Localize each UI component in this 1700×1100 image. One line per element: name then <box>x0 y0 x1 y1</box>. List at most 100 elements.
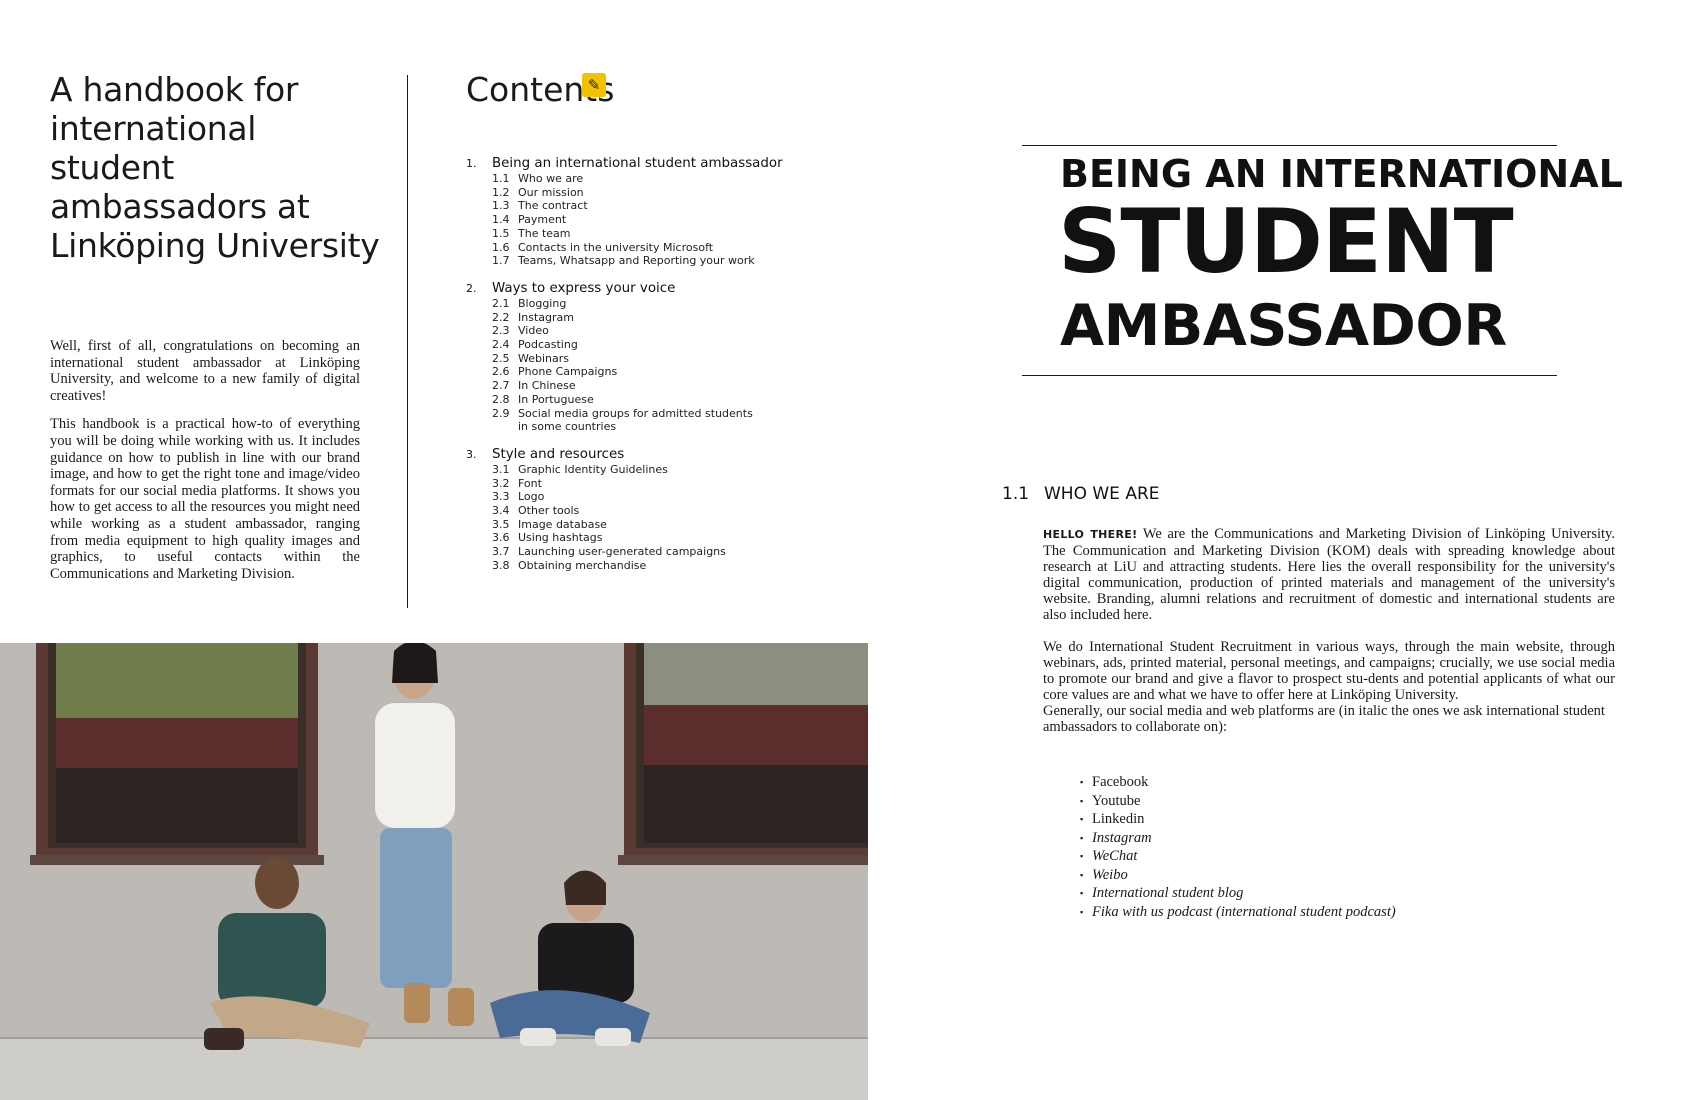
toc-item-number: 1.1 <box>492 172 510 185</box>
toc-item-label: Our mission <box>518 185 584 199</box>
toc-item[interactable]: 1.6 Contacts in the university Microsoft <box>466 241 796 255</box>
ambassadors-photo <box>0 643 868 1100</box>
toc-item-label: Obtaining merchandise <box>518 558 647 572</box>
toc-item[interactable]: 3.1 Graphic Identity Guidelines <box>466 463 796 477</box>
toc-item-label: Launching user-generated campaigns <box>518 545 726 559</box>
toc-item[interactable]: 2.8 In Portuguese <box>466 393 796 407</box>
intro-paragraph: This handbook is a practical how-to of e… <box>50 416 360 582</box>
toc-item[interactable]: 3.4 Other tools <box>466 504 796 518</box>
toc-item[interactable]: 1.7 Teams, Whatsapp and Reporting your wo… <box>466 254 796 268</box>
toc-item[interactable]: 3.7 Launching user-generated campaigns <box>466 545 796 559</box>
left-page: A handbook for international student amb… <box>0 0 870 1100</box>
toc-item-number <box>466 420 518 434</box>
hero-title-line-2: STUDENT <box>1058 190 1514 293</box>
toc-item[interactable]: 3.3 Logo <box>466 490 796 504</box>
paragraph-2: We do International Student Recruitment … <box>1043 639 1615 703</box>
table-of-contents: 1. Being an international student ambassa… <box>466 156 796 586</box>
toc-section: 3. Style and resources 3.1 Graphic Identity… <box>466 447 796 573</box>
bullet-icon: ▪ <box>1080 814 1084 824</box>
toc-item-label: Payment <box>518 213 567 227</box>
platform-item: ▪ Youtube <box>1080 792 1396 811</box>
toc-item[interactable]: 2.3 Video <box>466 324 796 338</box>
toc-section-number: 2. <box>466 281 477 295</box>
platform-label: Linkedin <box>1092 811 1145 827</box>
section-number: 1.1 <box>1002 484 1030 504</box>
toc-section-number: 1. <box>466 157 477 170</box>
toc-item-number: 2.7 <box>492 379 510 393</box>
toc-item-number: 1.7 <box>492 254 510 268</box>
intro-paragraph: Well, first of all, congratulations on b… <box>50 338 360 404</box>
hero-rule-bottom <box>1022 375 1557 376</box>
toc-section: 2. Ways to express your voice 2.1 Blogging 2… <box>466 281 796 434</box>
toc-section-number: 3. <box>466 447 477 461</box>
platform-list: ▪ Facebook ▪ Youtube ▪ Linkedin ▪ Instagram ▪ WeC… <box>1080 773 1396 921</box>
toc-item[interactable]: 2.6 Phone Campaigns <box>466 365 796 379</box>
toc-item[interactable]: 3.5 Image database <box>466 518 796 532</box>
platform-item: ▪ International student blog <box>1080 884 1396 903</box>
hero-title-line-3: AMBASSADOR <box>1060 293 1507 359</box>
toc-item-number: 1.4 <box>492 213 510 227</box>
toc-item-label: Phone Campaigns <box>518 365 618 379</box>
toc-item-label: The contract <box>518 199 588 213</box>
toc-item-label: Font <box>518 476 542 490</box>
toc-item-number: 1.2 <box>492 185 510 199</box>
body-text: HELLO THERE! We are the Communications a… <box>1043 526 1615 735</box>
toc-item[interactable]: 1.3 The contract <box>466 199 796 213</box>
toc-item-number: 2.9 <box>492 406 510 420</box>
toc-item[interactable]: 2.1 Blogging <box>466 297 796 311</box>
toc-item-number: 2.6 <box>492 365 510 379</box>
bullet-icon: ▪ <box>1080 832 1084 843</box>
hero-rule-top <box>1022 145 1557 146</box>
toc-item-number: 3.1 <box>492 462 510 476</box>
platform-item: ▪ Weibo <box>1080 866 1396 885</box>
toc-item[interactable]: 1.4 Payment <box>466 213 796 227</box>
toc-item-label: Webinars <box>518 351 570 365</box>
toc-section-heading[interactable]: 3. Style and resources <box>466 447 796 463</box>
handbook-title: A handbook for international student amb… <box>50 70 380 265</box>
toc-item-label: Video <box>518 324 549 338</box>
toc-item-number: 2.3 <box>492 324 510 338</box>
paragraph-1: HELLO THERE! We are the Communications a… <box>1043 526 1615 623</box>
platform-label: WeChat <box>1092 848 1138 864</box>
toc-item-label: The team <box>518 226 571 240</box>
toc-item[interactable]: 2.4 Podcasting <box>466 338 796 352</box>
toc-item-label: Image database <box>518 517 607 531</box>
comment-icon[interactable]: ✎ <box>582 73 606 97</box>
toc-item[interactable]: 3.2 Font <box>466 477 796 491</box>
toc-item-label: Instagram <box>518 310 574 324</box>
toc-item-number: 1.5 <box>492 226 510 240</box>
column-divider <box>407 75 408 608</box>
platform-item: ▪ Facebook <box>1080 773 1396 792</box>
toc-item[interactable]: 2.5 Webinars <box>466 352 796 366</box>
toc-item-number: 1.3 <box>492 199 510 213</box>
toc-item-label: Social media groups for admitted student… <box>518 406 753 420</box>
lead-in: HELLO THERE! <box>1043 528 1138 541</box>
toc-item-number: 2.2 <box>492 310 510 324</box>
toc-item[interactable]: 1.1 Who we are <box>466 172 796 186</box>
toc-item[interactable]: 2.7 In Chinese <box>466 379 796 393</box>
toc-item-number: 3.5 <box>492 517 510 531</box>
bullet-icon: ▪ <box>1080 777 1084 787</box>
toc-item-number: 3.2 <box>492 476 510 490</box>
platform-item: ▪ WeChat <box>1080 847 1396 866</box>
toc-item[interactable]: in some countries <box>466 420 796 434</box>
toc-item[interactable]: 2.2 Instagram <box>466 311 796 325</box>
bullet-icon: ▪ <box>1080 906 1084 917</box>
platform-label: Weibo <box>1092 866 1128 883</box>
toc-item[interactable]: 2.9 Social media groups for admitted stud… <box>466 407 796 421</box>
toc-item-label: In Chinese <box>518 379 576 393</box>
platform-item: ▪ Fika with us podcast (international stu… <box>1080 903 1396 922</box>
toc-section-heading[interactable]: 2. Ways to express your voice <box>466 281 796 297</box>
toc-item-number: 2.5 <box>492 351 510 365</box>
platform-label: Youtube <box>1092 792 1141 809</box>
toc-item[interactable]: 1.5 The team <box>466 227 796 241</box>
toc-item-number: 3.4 <box>492 504 510 518</box>
toc-item-label: Who we are <box>518 172 584 185</box>
toc-item-number: 2.4 <box>492 338 510 352</box>
toc-item[interactable]: 3.8 Obtaining merchandise <box>466 559 796 573</box>
toc-section-title: Style and resources <box>492 446 625 462</box>
toc-item-label: Other tools <box>518 504 580 518</box>
toc-item[interactable]: 3.6 Using hashtags <box>466 531 796 545</box>
toc-section-heading[interactable]: 1. Being an international student ambassa… <box>466 156 796 172</box>
toc-item[interactable]: 1.2 Our mission <box>466 186 796 200</box>
